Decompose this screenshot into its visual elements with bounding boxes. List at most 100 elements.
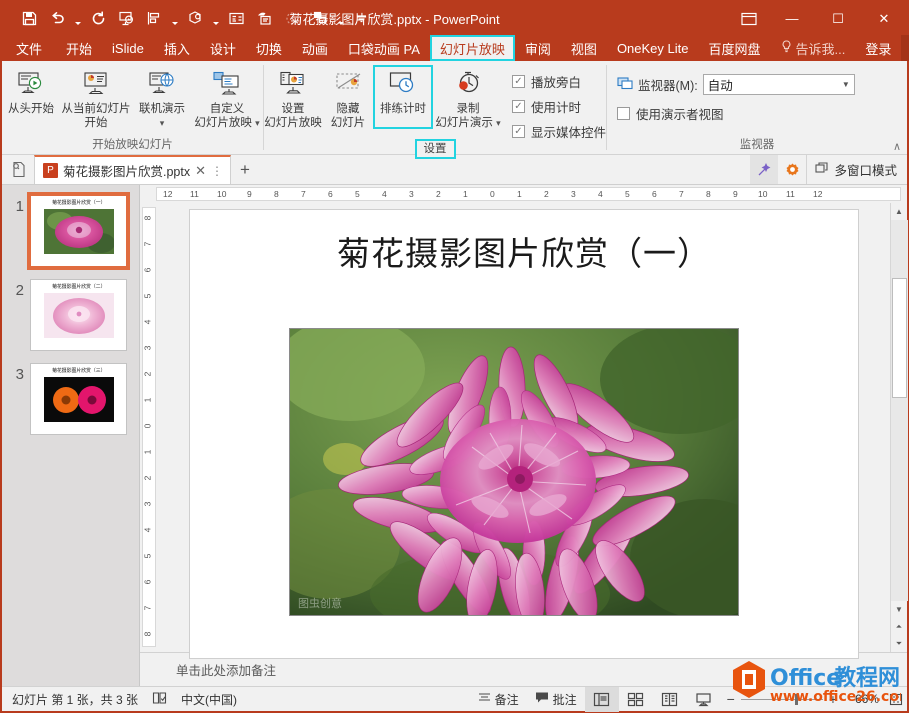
horizontal-ruler[interactable]: 12 11 10 9 8 7 6 5 4 3 2 1 0 1 2 3 4 5 6… [140, 185, 907, 203]
shape-dropdown-icon[interactable] [210, 7, 221, 31]
document-tab[interactable]: P 菊花摄影图片欣赏.pptx ✕ ⋮ [34, 155, 232, 184]
slide-photo[interactable]: 图虫创意 [289, 328, 739, 616]
undo-icon[interactable] [44, 6, 70, 32]
zoom-slider[interactable] [740, 693, 823, 705]
start-slideshow-icon[interactable] [113, 6, 139, 32]
format-background-icon[interactable] [251, 6, 277, 32]
custom-show-dropdown-icon[interactable]: ▾ [255, 118, 260, 128]
ribbon-display-options-icon[interactable] [729, 2, 769, 35]
tab-file[interactable]: 文件 [2, 35, 56, 61]
tab-baidu-netdisk[interactable]: 百度网盘 [698, 35, 770, 61]
group-dropdown-icon[interactable] [335, 7, 346, 31]
sign-in-button[interactable]: 登录 [855, 35, 901, 61]
close-tab-icon[interactable]: ✕ [195, 163, 206, 179]
maximize-button[interactable]: ☐ [815, 2, 861, 35]
normal-view-button[interactable] [584, 686, 619, 712]
group-icon[interactable] [307, 6, 333, 32]
spell-check-icon[interactable] [152, 691, 167, 708]
redo-icon[interactable] [85, 6, 111, 32]
undo-dropdown-icon[interactable] [72, 7, 83, 31]
zoom-in-button[interactable]: + [829, 691, 837, 707]
language-label[interactable]: 中文(中国) [181, 691, 237, 708]
from-current-label-2: 开始 [84, 117, 108, 129]
show-media-controls-checkbox[interactable]: ✓ 显示媒体控件 [512, 122, 606, 141]
slide-thumbnail-3[interactable]: 菊花摄影图片欣赏（三） [30, 363, 127, 435]
zoom-control[interactable]: − + 66% [721, 691, 907, 707]
rehearse-timings-button[interactable]: 排练计时 [373, 65, 433, 129]
monitor-select[interactable]: 自动 ▼ [702, 74, 855, 95]
next-slide-button[interactable]: ⏷ [891, 635, 908, 652]
scroll-thumb[interactable] [891, 278, 907, 398]
slide-thumbnail-2[interactable]: 菊花摄影图片欣赏（二） [30, 279, 127, 351]
present-online-button[interactable]: 联机演示 ▾ [133, 66, 191, 132]
record-show-dropdown-icon[interactable]: ▾ [496, 118, 501, 128]
comments-button[interactable]: 批注 [527, 691, 585, 708]
tab-view[interactable]: 视图 [561, 35, 607, 61]
collapse-ribbon-button[interactable]: ∧ [893, 140, 901, 153]
tab-slideshow[interactable]: 幻灯片放映 [429, 35, 515, 61]
setup-slideshow-button[interactable]: 设置 幻灯片放映 [264, 66, 322, 132]
slide-thumbnail-1[interactable]: 菊花摄影图片欣赏（一） [27, 192, 130, 270]
slideshow-view-button[interactable] [687, 687, 721, 712]
slide-canvas-area[interactable]: 菊花摄影图片欣赏（一） 图虫创意 [158, 203, 890, 659]
tell-me-box[interactable]: 告诉我... [771, 35, 856, 61]
tab-animations[interactable]: 动画 [292, 35, 338, 61]
tab-home[interactable]: 开始 [56, 35, 102, 61]
from-current-slide-button[interactable]: 从当前幻灯片 开始 [60, 66, 132, 132]
customize-qat-icon[interactable] [348, 6, 374, 32]
thumbnail-row-2[interactable]: 2 菊花摄影图片欣赏（二） [2, 279, 139, 351]
notes-button[interactable]: 备注 [470, 691, 527, 708]
slide-title-text[interactable]: 菊花摄影图片欣赏（一） [190, 227, 858, 275]
tab-review[interactable]: 审阅 [515, 35, 561, 61]
svg-text:图虫创意: 图虫创意 [298, 596, 342, 610]
record-slideshow-button[interactable]: 录制 幻灯片演示 ▾ [432, 66, 504, 132]
reading-view-button[interactable] [653, 687, 687, 712]
thumbnail-row-1[interactable]: 1 菊花摄影图片欣赏（一） [2, 192, 139, 270]
slide-sorter-view-button[interactable] [619, 687, 653, 712]
thumbnail-row-3[interactable]: 3 菊花摄影图片欣赏（三） [2, 363, 139, 435]
custom-slideshow-button[interactable]: 自定义 幻灯片放映 ▾ [191, 66, 263, 132]
slide-canvas[interactable]: 菊花摄影图片欣赏（一） 图虫创意 [189, 209, 859, 659]
rotate-icon[interactable] [279, 6, 305, 32]
vertical-ruler[interactable]: 8 7 6 5 4 3 2 1 0 1 2 3 4 5 6 7 8 [140, 203, 158, 652]
notes-placeholder[interactable]: 单击此处添加备注 [176, 660, 276, 679]
play-narrations-checkbox[interactable]: ✓ 播放旁白 [512, 72, 606, 91]
tab-islide[interactable]: iSlide [102, 35, 154, 61]
tab-pocket-animation[interactable]: 口袋动画 PA [338, 35, 430, 61]
scroll-down-button[interactable]: ▼ [891, 601, 908, 618]
slide-thumbnails-panel[interactable]: 1 菊花摄影图片欣赏（一） 2 菊花摄影图片欣赏（二） 3 菊花摄影图片欣赏（三… [2, 185, 140, 686]
shape-icon[interactable] [182, 6, 208, 32]
save-icon[interactable] [16, 6, 42, 32]
hide-slide-button[interactable]: 隐藏 幻灯片 [322, 66, 374, 132]
presenter-view-checkbox[interactable]: 使用演示者视图 [617, 104, 855, 123]
use-timings-checkbox[interactable]: ✓ 使用计时 [512, 97, 606, 116]
minimize-button[interactable]: — [769, 2, 815, 35]
h-tick-2l: 2 [436, 189, 441, 199]
presenter-view-label: 使用演示者视图 [636, 108, 724, 122]
share-button[interactable]: 共享 [901, 35, 909, 61]
tab-design[interactable]: 设计 [200, 35, 246, 61]
align-icon[interactable] [141, 6, 167, 32]
tab-transitions[interactable]: 切换 [246, 35, 292, 61]
previous-slide-button[interactable]: ⏶ [891, 618, 908, 635]
present-online-dropdown-icon[interactable]: ▾ [160, 116, 165, 130]
scroll-track[interactable] [890, 220, 908, 601]
scroll-up-button[interactable]: ▲ [891, 203, 908, 220]
new-tab-button[interactable]: + [231, 155, 259, 184]
tab-menu-icon[interactable]: ⋮ [211, 164, 223, 178]
vertical-scrollbar[interactable]: ▲ ▼ ⏶ ⏷ [890, 203, 908, 652]
multi-window-mode-button[interactable]: 多窗口模式 [806, 155, 907, 184]
tab-insert[interactable]: 插入 [154, 35, 200, 61]
zoom-out-button[interactable]: − [727, 691, 735, 707]
magic-wand-icon[interactable] [750, 155, 779, 184]
from-beginning-button[interactable]: 从头开始 [2, 66, 60, 118]
textbox-icon[interactable] [223, 6, 249, 32]
gear-icon[interactable] [778, 155, 806, 184]
align-dropdown-icon[interactable] [169, 7, 180, 31]
tab-onekey-lite[interactable]: OneKey Lite [607, 35, 699, 61]
thumbnail-image-1 [43, 209, 114, 254]
zoom-slider-handle[interactable] [794, 693, 798, 705]
document-list-icon[interactable] [2, 155, 34, 184]
fit-to-window-button[interactable] [885, 693, 907, 706]
close-button[interactable]: ✕ [861, 2, 907, 35]
